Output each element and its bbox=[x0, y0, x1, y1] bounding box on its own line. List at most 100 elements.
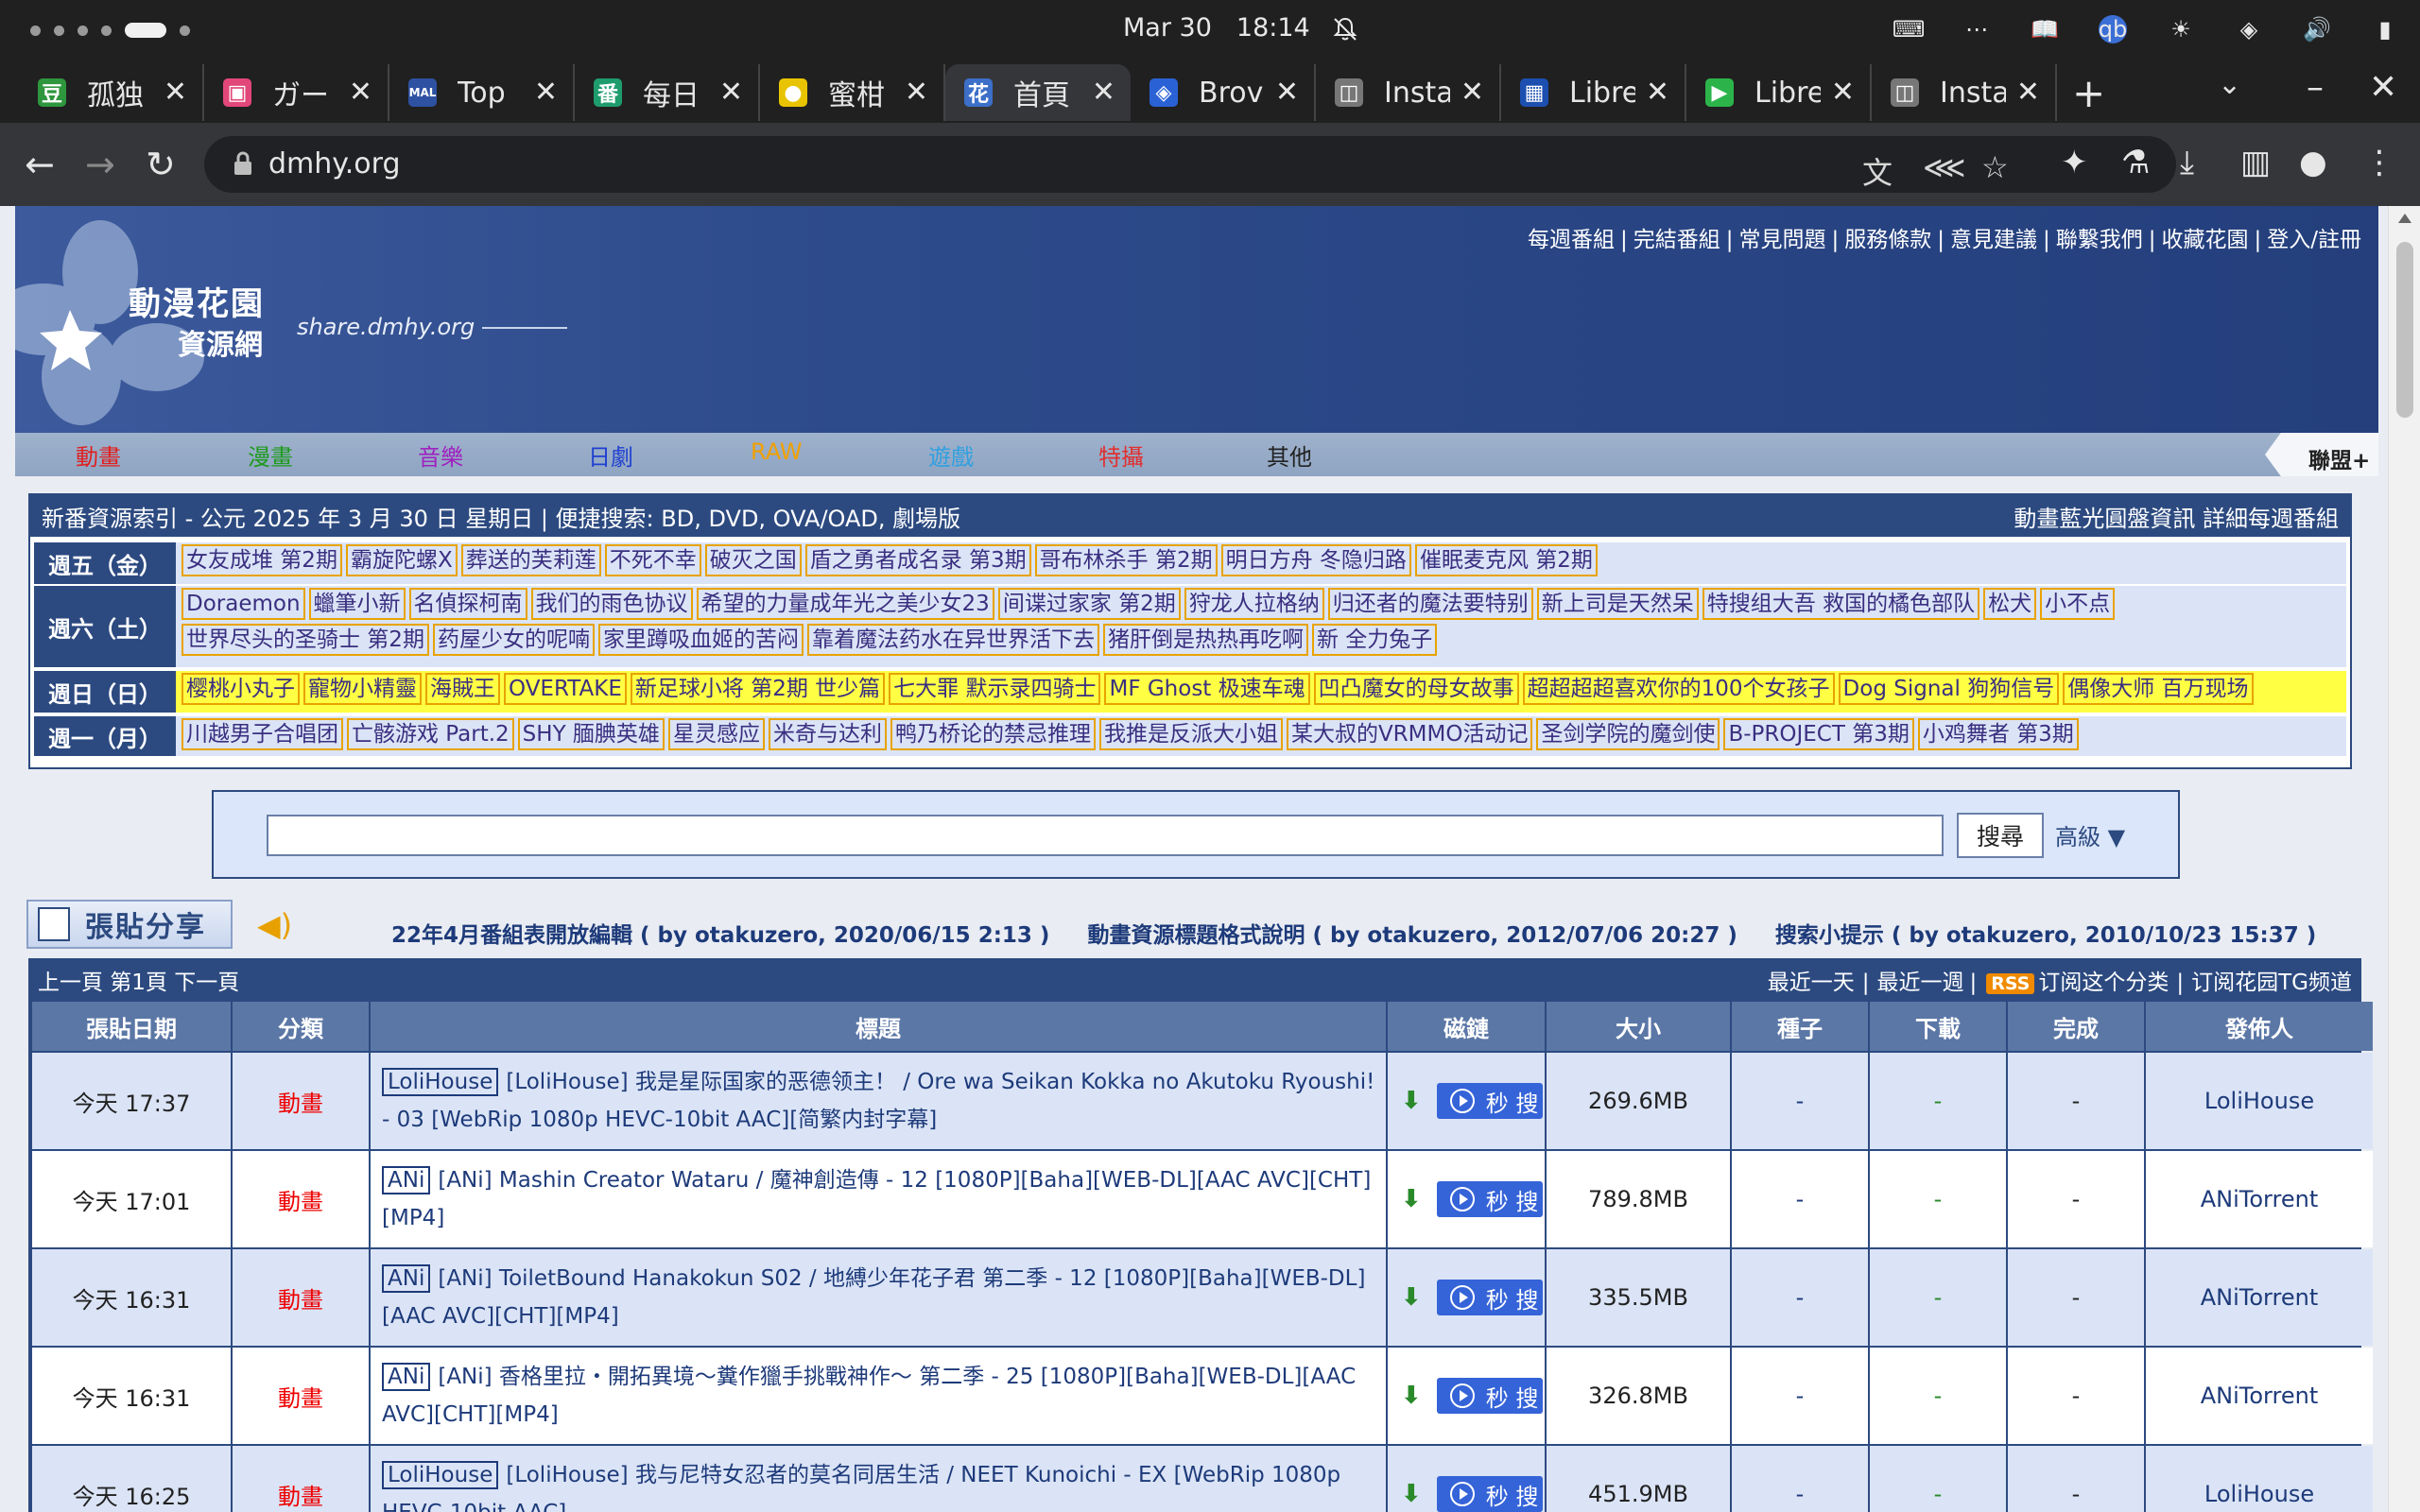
search-input[interactable] bbox=[267, 815, 1944, 856]
workspace-dot[interactable] bbox=[180, 25, 190, 36]
publisher-link[interactable]: ANiTorrent bbox=[2146, 1348, 2373, 1444]
magnet-download-icon[interactable]: ⬇ bbox=[1401, 1283, 1422, 1312]
pager[interactable]: 上一頁 第1頁 下一頁 bbox=[38, 964, 239, 996]
tab-close-icon[interactable]: ✕ bbox=[2016, 76, 2040, 109]
clock[interactable]: Mar 30 18:14 bbox=[1123, 13, 1310, 43]
top-link[interactable]: 登入/註冊 bbox=[2267, 228, 2361, 252]
top-link[interactable]: 收藏花園 bbox=[2162, 228, 2249, 252]
category-cell[interactable]: 動畫 bbox=[233, 1348, 369, 1444]
publisher-link[interactable]: ANiTorrent bbox=[2146, 1249, 2373, 1346]
announcement-link[interactable]: 22年4月番組表開放編輯 ( by otakuzero, 2020/06/15 … bbox=[391, 917, 1049, 949]
scroll-up-arrow[interactable] bbox=[2398, 214, 2411, 223]
announcement-link[interactable]: 動畫資源標題格式說明 ( by otakuzero, 2012/07/06 20… bbox=[1087, 917, 1737, 949]
forward-button[interactable]: → bbox=[85, 144, 115, 185]
top-link[interactable]: 完結番組 bbox=[1634, 228, 1720, 252]
anime-link[interactable]: Dog Signal 狗狗信号 bbox=[1838, 673, 2060, 705]
share-icon[interactable]: ⋘ bbox=[1923, 149, 1966, 185]
anime-link[interactable]: 蠟筆小新 bbox=[308, 588, 406, 620]
tab-close-icon[interactable]: ✕ bbox=[1646, 76, 1669, 109]
publisher-link[interactable]: ANiTorrent bbox=[2146, 1151, 2373, 1247]
browser-tab[interactable]: ▦ Libre ✕ bbox=[1501, 64, 1686, 121]
anime-link[interactable]: 星灵感应 bbox=[667, 718, 765, 750]
category-link[interactable]: 音樂 bbox=[418, 438, 463, 472]
volume-icon[interactable]: 🔊 bbox=[2303, 15, 2331, 43]
keyboard-icon[interactable]: ⌨ bbox=[1893, 15, 1926, 43]
new-tab-button[interactable]: + bbox=[2072, 70, 2105, 116]
category-link[interactable]: 遊戲 bbox=[928, 438, 974, 472]
tab-close-icon[interactable]: ✕ bbox=[719, 76, 743, 109]
browser-tab[interactable]: ◫ Insta ✕ bbox=[1872, 64, 2057, 121]
magnet-download-icon[interactable]: ⬇ bbox=[1401, 1382, 1422, 1410]
team-tag[interactable]: ANi bbox=[382, 1363, 431, 1391]
anime-link[interactable]: 归还者的魔法要特别 bbox=[1327, 588, 1533, 620]
anime-link[interactable]: 鸭乃桥论的禁忌推理 bbox=[890, 718, 1096, 750]
anime-link[interactable]: 亡骸游戏 Part.2 bbox=[347, 718, 514, 750]
anime-link[interactable]: SHY 腼腆英雄 bbox=[517, 718, 665, 750]
column-header[interactable]: 大小 bbox=[1547, 1002, 1730, 1051]
new-releases-header-right[interactable]: 動畫藍光圓盤資訊 詳細每週番組 bbox=[2014, 500, 2339, 533]
qb-icon[interactable]: qb bbox=[2099, 15, 2127, 43]
feed-link[interactable]: 订阅这个分类 bbox=[2038, 971, 2169, 995]
tab-close-icon[interactable]: ✕ bbox=[1461, 76, 1484, 109]
anime-link[interactable]: 间谍过家家 第2期 bbox=[997, 588, 1181, 620]
battery-icon[interactable]: ▮ bbox=[2371, 15, 2399, 43]
feed-link[interactable]: 最近一週 bbox=[1876, 971, 1963, 995]
anime-link[interactable]: 猪肝倒是热热再吃啊 bbox=[1102, 624, 1308, 656]
instant-search-button[interactable]: 秒 搜 bbox=[1436, 1181, 1543, 1217]
instant-search-button[interactable]: 秒 搜 bbox=[1436, 1280, 1543, 1315]
anime-link[interactable]: 小鸡舞者 第3期 bbox=[1917, 718, 2079, 750]
anime-link[interactable]: 霸旋陀螺X bbox=[345, 544, 458, 576]
workspace-dot[interactable] bbox=[101, 25, 112, 36]
column-header[interactable]: 張貼日期 bbox=[32, 1002, 231, 1051]
anime-link[interactable]: 川越男子合唱团 bbox=[182, 718, 343, 750]
alliance-button[interactable]: 聯盟+ bbox=[2265, 433, 2378, 476]
browser-tab[interactable]: ▣ ガー ✕ bbox=[204, 64, 389, 121]
anime-link[interactable]: 凹凸魔女的母女故事 bbox=[1313, 673, 1519, 705]
anime-link[interactable]: 偶像大师 百万现场 bbox=[2063, 673, 2254, 705]
browser-tab[interactable]: ● 蜜柑 ✕ bbox=[760, 64, 945, 121]
rss-icon[interactable]: RSS bbox=[1986, 973, 2035, 994]
team-tag[interactable]: LoliHouse bbox=[382, 1461, 499, 1489]
magnet-download-icon[interactable]: ⬇ bbox=[1401, 1087, 1422, 1115]
anime-link[interactable]: 新足球小将 第2期 世少篇 bbox=[630, 673, 886, 705]
tab-close-icon[interactable]: ✕ bbox=[534, 76, 558, 109]
category-link[interactable]: 特攝 bbox=[1098, 438, 1144, 472]
resource-title-link[interactable]: [ANi] ToiletBound Hanakokun S02 / 地縛少年花子… bbox=[382, 1266, 1365, 1329]
publisher-link[interactable]: LoliHouse bbox=[2146, 1446, 2373, 1512]
anime-link[interactable]: 狩龙人拉格纳 bbox=[1184, 588, 1324, 620]
magnet-download-icon[interactable]: ⬇ bbox=[1401, 1480, 1422, 1508]
anime-link[interactable]: 世界尽头的圣骑士 第2期 bbox=[182, 624, 429, 656]
publisher-link[interactable]: LoliHouse bbox=[2146, 1053, 2373, 1149]
anime-link[interactable]: B-PROJECT 第3期 bbox=[1723, 718, 1914, 750]
anime-link[interactable]: 超超超超喜欢你的100个女孩子 bbox=[1522, 673, 1835, 705]
lock-icon[interactable] bbox=[231, 149, 255, 178]
workspace-dot[interactable] bbox=[30, 25, 41, 36]
feed-link[interactable]: 最近一天 bbox=[1768, 971, 1855, 995]
anime-link[interactable]: 希望的力量成年光之美少女23 bbox=[696, 588, 994, 620]
column-header[interactable]: 發佈人 bbox=[2146, 1002, 2373, 1051]
category-link[interactable]: 漫畫 bbox=[248, 438, 293, 472]
anime-link[interactable]: 明日方舟 冬隐归路 bbox=[1220, 544, 1411, 576]
anime-link[interactable]: 我们的雨色协议 bbox=[530, 588, 693, 620]
resource-title-link[interactable]: [LoliHouse] 我与尼特女忍者的莫名同居生活 / NEET Kunoic… bbox=[382, 1463, 1340, 1512]
notifications-muted-icon[interactable] bbox=[1331, 15, 1359, 43]
column-header[interactable]: 磁鏈 bbox=[1388, 1002, 1545, 1051]
download-icon[interactable]: ⤓ bbox=[2180, 144, 2194, 181]
instant-search-button[interactable]: 秒 搜 bbox=[1436, 1476, 1543, 1512]
anime-link[interactable]: 樱桃小丸子 bbox=[182, 673, 300, 705]
top-link[interactable]: 聯繫我們 bbox=[2056, 228, 2143, 252]
reload-button[interactable]: ↻ bbox=[146, 144, 176, 185]
instant-search-button[interactable]: 秒 搜 bbox=[1436, 1083, 1543, 1119]
active-workspace-pill[interactable] bbox=[125, 23, 166, 38]
anime-link[interactable]: Doraemon bbox=[182, 588, 305, 620]
category-cell[interactable]: 動畫 bbox=[233, 1151, 369, 1247]
category-link[interactable]: RAW bbox=[751, 438, 803, 465]
category-cell[interactable]: 動畫 bbox=[233, 1249, 369, 1346]
wifi-icon[interactable]: ◈ bbox=[2235, 15, 2263, 43]
browser-tab[interactable]: 番每日 ✕ bbox=[575, 64, 760, 121]
anime-link[interactable]: 女友成堆 第2期 bbox=[182, 544, 342, 576]
column-header[interactable]: 種子 bbox=[1732, 1002, 1868, 1051]
top-link[interactable]: 服務條款 bbox=[1844, 228, 1931, 252]
anime-link[interactable]: 葬送的芙莉莲 bbox=[460, 544, 601, 576]
tab-close-icon[interactable]: ✕ bbox=[1092, 76, 1115, 109]
